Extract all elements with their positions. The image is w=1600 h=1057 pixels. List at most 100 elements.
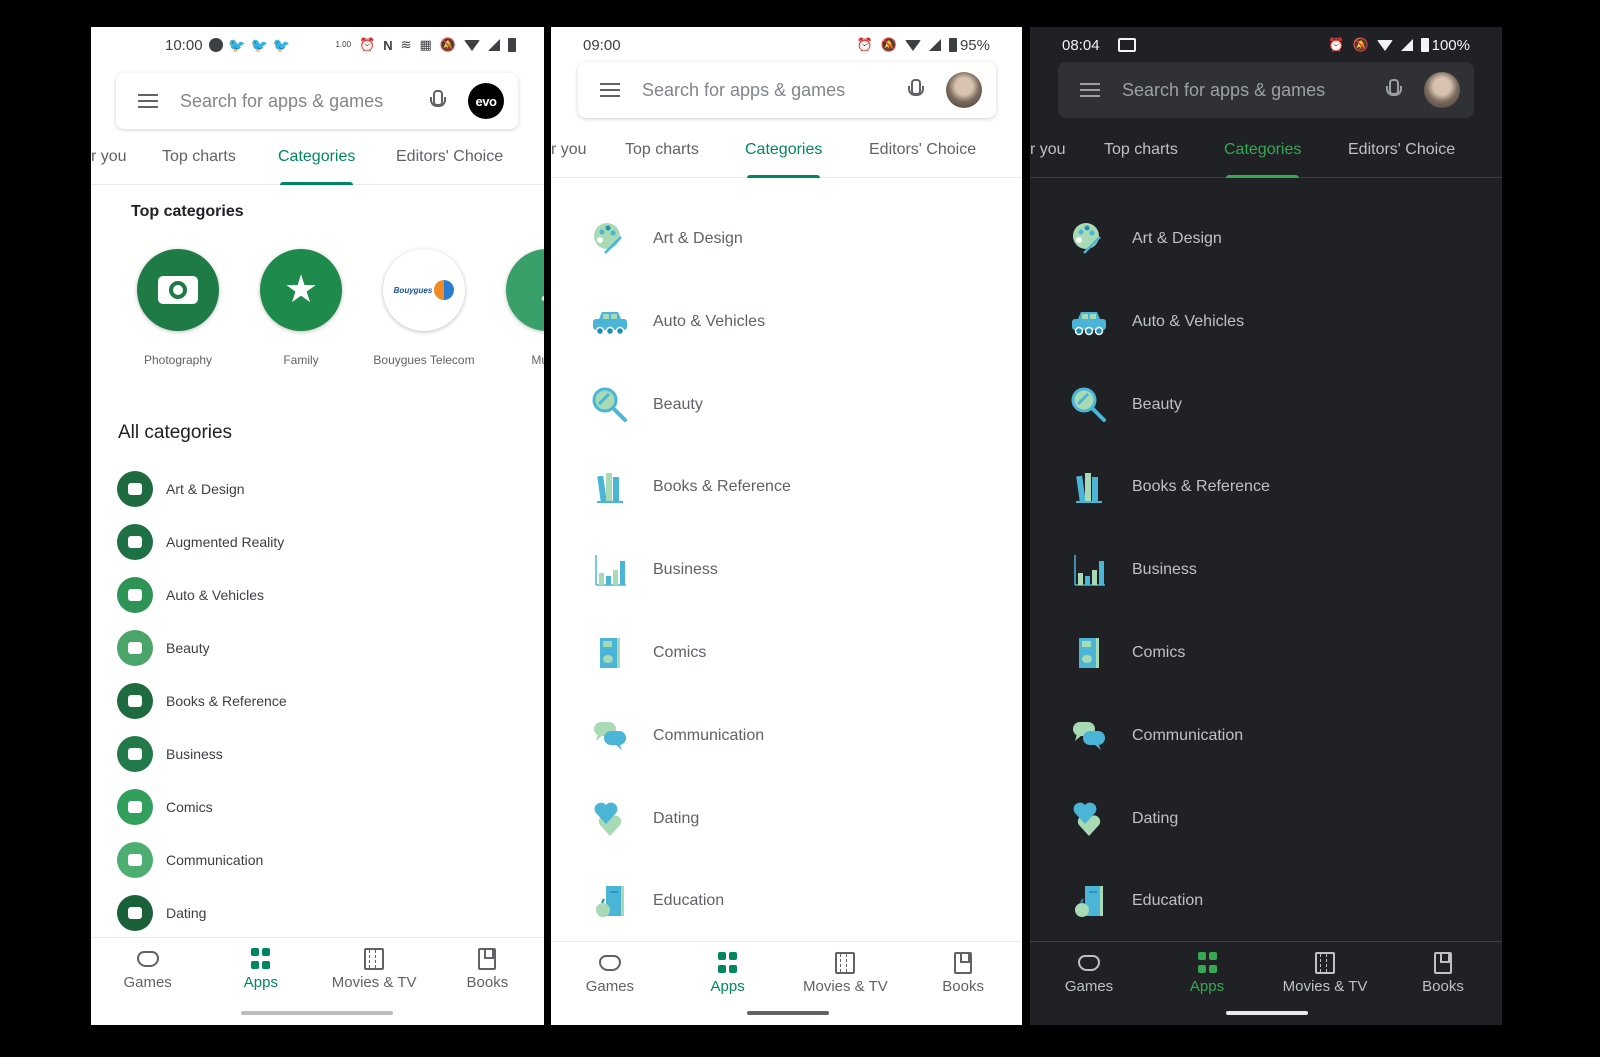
palette-icon	[1070, 220, 1108, 258]
category-item[interactable]: Dating	[591, 794, 699, 844]
bar-chart-icon	[591, 551, 629, 589]
category-item[interactable]: Art & Design	[117, 469, 245, 509]
comic-book-icon	[1070, 634, 1108, 672]
nav-games[interactable]: Games	[91, 938, 204, 1017]
menu-icon[interactable]	[138, 94, 158, 108]
category-item[interactable]: Beauty	[1070, 380, 1182, 430]
category-item[interactable]: Art & Design	[1070, 214, 1222, 264]
bottom-navigation: Games Apps Movies & TV Books	[1030, 941, 1502, 1021]
category-label: Communication	[653, 726, 765, 744]
category-item[interactable]: Auto & Vehicles	[1070, 297, 1244, 347]
nav-games[interactable]: Games	[551, 942, 669, 1021]
category-item[interactable]: Dating	[117, 893, 206, 933]
nav-label: Apps	[710, 978, 745, 995]
category-item[interactable]: Comics	[591, 628, 706, 678]
nav-apps[interactable]: Apps	[204, 938, 317, 1017]
nav-apps[interactable]: Apps	[669, 942, 787, 1021]
microphone-icon[interactable]	[908, 79, 924, 101]
category-item[interactable]: Books & Reference	[117, 681, 287, 721]
battery-percent: 95%	[959, 36, 990, 54]
tab-categories[interactable]: Categories	[278, 129, 355, 185]
avatar[interactable]	[946, 72, 982, 108]
category-item[interactable]: Business	[1070, 545, 1197, 595]
tab-categories[interactable]: Categories	[745, 122, 822, 178]
car-icon	[1070, 303, 1108, 341]
category-label: Business	[653, 561, 718, 579]
tab-categories[interactable]: Categories	[1224, 122, 1301, 178]
category-item[interactable]: Education	[591, 876, 724, 926]
nfc-icon: N	[383, 37, 393, 53]
nav-apps[interactable]: Apps	[1148, 942, 1266, 1021]
tab-editors-choice[interactable]: Editors' Choice	[396, 129, 503, 185]
top-category-photography[interactable]: Photography	[118, 249, 238, 367]
category-icon	[117, 471, 153, 507]
category-item[interactable]: Comics	[117, 787, 213, 827]
nav-movies-tv[interactable]: Movies & TV	[1266, 942, 1384, 1021]
category-item[interactable]: Business	[117, 734, 223, 774]
tab-for-you[interactable]: r you	[91, 129, 127, 185]
nav-books[interactable]: Books	[904, 942, 1022, 1021]
nav-books[interactable]: Books	[431, 938, 544, 1017]
avatar[interactable]: evo	[468, 83, 504, 119]
tab-for-you[interactable]: r you	[1030, 122, 1066, 178]
top-category-family[interactable]: ★ Family	[241, 249, 361, 367]
category-item[interactable]: Auto & Vehicles	[117, 575, 264, 615]
search-bar[interactable]: Search for apps & games evo	[116, 73, 518, 129]
top-category-music[interactable]: ♪ Music	[487, 249, 544, 367]
nav-games[interactable]: Games	[1030, 942, 1148, 1021]
category-label: Comics	[653, 644, 707, 661]
search-input[interactable]: Search for apps & games	[180, 91, 430, 112]
all-categories-heading: All categories	[118, 422, 233, 443]
category-item[interactable]: Business	[591, 545, 718, 595]
bouygues-logo-icon: Bouygues	[383, 249, 465, 331]
tab-for-you[interactable]: r you	[551, 122, 587, 178]
gesture-bar[interactable]	[241, 1011, 393, 1015]
microphone-icon[interactable]	[1386, 79, 1402, 101]
category-icon	[117, 577, 153, 613]
category-item[interactable]: Communication	[117, 840, 263, 880]
category-item[interactable]: Communication	[1070, 711, 1243, 761]
tab-editors-choice[interactable]: Editors' Choice	[869, 122, 976, 178]
gesture-bar[interactable]	[747, 1011, 829, 1015]
status-time: 10:00	[165, 36, 203, 54]
tab-label: Categories	[278, 147, 356, 165]
nav-movies-tv[interactable]: Movies & TV	[787, 942, 905, 1021]
tab-editors-choice[interactable]: Editors' Choice	[1348, 122, 1455, 178]
category-item[interactable]: Communication	[591, 711, 764, 761]
microphone-icon[interactable]	[430, 90, 446, 112]
search-bar[interactable]: Search for apps & games	[578, 62, 996, 118]
menu-icon[interactable]	[600, 83, 620, 97]
category-icon	[117, 789, 153, 825]
category-item[interactable]: Auto & Vehicles	[591, 297, 765, 347]
category-label: Books & Reference	[653, 478, 791, 496]
top-category-bouygues-telecom[interactable]: Bouygues Bouygues Telecom	[364, 249, 484, 367]
top-categories-heading: Top categories	[131, 203, 244, 220]
search-input[interactable]: Search for apps & games	[1122, 80, 1386, 101]
gesture-bar[interactable]	[1226, 1011, 1308, 1015]
menu-icon[interactable]	[1080, 83, 1100, 97]
category-item[interactable]: Beauty	[117, 628, 210, 668]
category-item[interactable]: Books & Reference	[591, 462, 791, 512]
wifi-icon	[464, 39, 480, 51]
category-label: Dating	[653, 809, 700, 827]
category-item[interactable]: Dating	[1070, 794, 1178, 844]
avatar[interactable]	[1424, 72, 1460, 108]
status-bar: 10:00 🐦 🐦 🐦 1.00 ⏰ N ≋ ▦ 🔕	[91, 27, 544, 63]
mute-icon: 🔕	[880, 37, 897, 52]
category-item[interactable]: Comics	[1070, 628, 1185, 678]
category-item[interactable]: Books & Reference	[1070, 462, 1270, 512]
star-face-icon: ★	[260, 249, 342, 331]
tab-top-charts[interactable]: Top charts	[1104, 122, 1178, 178]
tab-top-charts[interactable]: Top charts	[162, 129, 236, 185]
category-item[interactable]: Beauty	[591, 380, 703, 430]
nav-label: Apps	[1189, 978, 1225, 995]
category-item[interactable]: Education	[1070, 876, 1203, 926]
search-input[interactable]: Search for apps & games	[642, 80, 908, 101]
category-item[interactable]: Art & Design	[591, 214, 743, 264]
category-item[interactable]: Augmented Reality	[117, 522, 284, 562]
nav-movies-tv[interactable]: Movies & TV	[318, 938, 431, 1017]
search-bar[interactable]: Search for apps & games	[1058, 62, 1474, 118]
nav-books[interactable]: Books	[1384, 942, 1502, 1021]
bookmark-book-icon	[954, 952, 973, 974]
tab-top-charts[interactable]: Top charts	[625, 122, 699, 178]
